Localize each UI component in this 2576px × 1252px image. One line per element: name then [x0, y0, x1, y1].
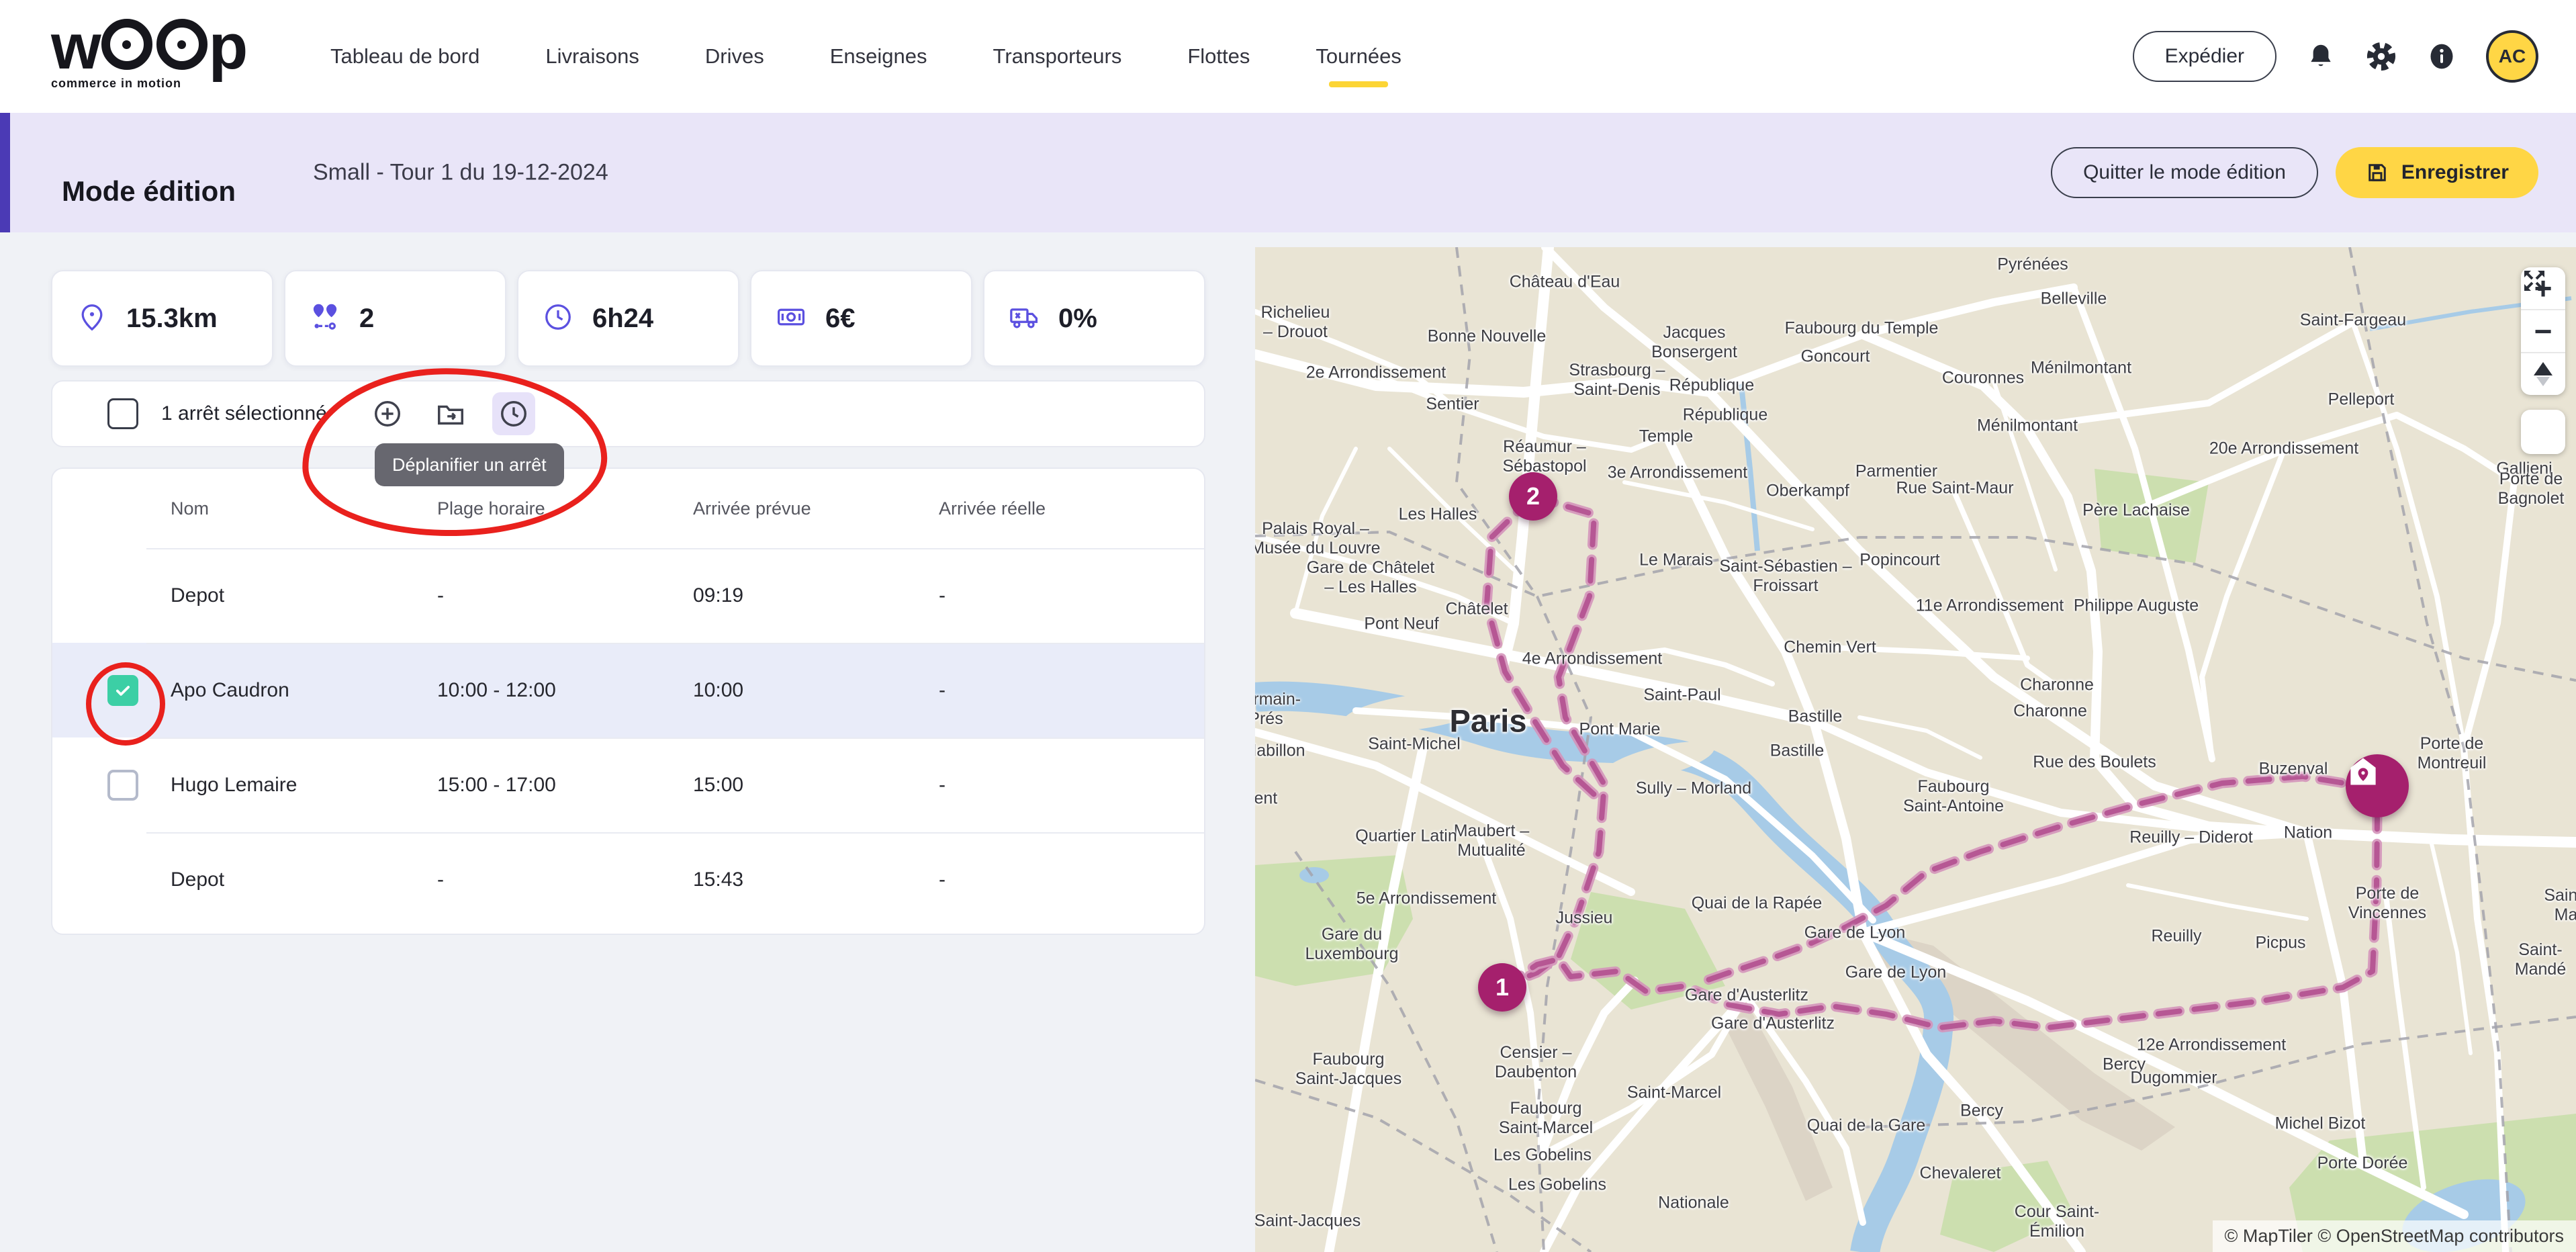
- stop-time-window: 15:00 - 17:00: [437, 774, 693, 797]
- stat-card-route: 2: [284, 270, 506, 367]
- row-checkbox-checked[interactable]: [107, 675, 138, 706]
- nav-item-flottes[interactable]: Flottes: [1186, 38, 1251, 75]
- edit-mode-banner: Mode édition Small - Tour 1 du 19-12-202…: [0, 113, 2576, 232]
- row-checkbox[interactable]: [107, 770, 138, 801]
- map-marker-stop-2[interactable]: 2: [1509, 472, 1557, 521]
- notifications-bell-icon[interactable]: [2305, 40, 2337, 73]
- select-all-checkbox[interactable]: [107, 398, 138, 429]
- stop-planned-arrival: 10:00: [693, 679, 939, 702]
- column-header: Arrivée prévue: [693, 498, 939, 519]
- stat-card-clock: 6h24: [517, 270, 739, 367]
- map-tilt-control[interactable]: [2521, 352, 2565, 395]
- ship-button[interactable]: Expédier: [2133, 31, 2276, 82]
- stops-table: NomPlage horaireArrivée prévueArrivée ré…: [51, 467, 1205, 935]
- map-marker-depot-home[interactable]: [2346, 754, 2409, 817]
- stat-card-pin: 15.3km: [51, 270, 273, 367]
- map-marker-stop-1[interactable]: 1: [1478, 963, 1526, 1012]
- stat-card-money: 6€: [750, 270, 972, 367]
- stat-card-truck: 0%: [983, 270, 1205, 367]
- unschedule-stop-clock-icon[interactable]: [492, 392, 535, 435]
- app-root: w p commerce in motion Tableau de bord Li…: [0, 0, 2576, 1252]
- clock-icon: [543, 302, 573, 336]
- brand-logo-word: w p: [51, 16, 245, 73]
- nav-item-enseignes[interactable]: Enseignes: [829, 38, 929, 75]
- fullscreen-icon: [2521, 267, 2548, 294]
- stop-action-icons: [366, 392, 535, 435]
- stop-actual-arrival: -: [939, 868, 1204, 891]
- nav-item-tableau-de-bord[interactable]: Tableau de bord: [329, 38, 481, 75]
- stat-value: 2: [359, 304, 374, 334]
- main-nav: Tableau de bord Livraisons Drives Enseignes…: [329, 0, 1403, 113]
- stat-value: 6h24: [592, 304, 653, 334]
- stop-actual-arrival: -: [939, 774, 1204, 797]
- unschedule-stop-tooltip: Déplanifier un arrêt: [375, 443, 564, 486]
- map-canvas: [1255, 247, 2576, 1252]
- map-zoom-out-button[interactable]: −: [2521, 309, 2565, 352]
- pin-icon: [77, 302, 107, 336]
- stop-time-window: -: [437, 584, 693, 607]
- tour-stats: 15.3km 2 6h24 6€ 0%: [51, 270, 1205, 367]
- nav-item-tournées[interactable]: Tournées: [1314, 38, 1403, 75]
- stop-name: Depot: [171, 868, 437, 891]
- table-header-row: NomPlage horaireArrivée prévueArrivée ré…: [52, 469, 1204, 548]
- top-header: w p commerce in motion Tableau de bord Li…: [0, 0, 2576, 113]
- stop-time-window: 10:00 - 12:00: [437, 679, 693, 702]
- stop-planned-arrival: 15:00: [693, 774, 939, 797]
- stat-value: 15.3km: [126, 304, 218, 334]
- column-header: Arrivée réelle: [939, 498, 1204, 519]
- stop-name: Hugo Lemaire: [171, 774, 437, 797]
- table-row[interactable]: Hugo Lemaire 15:00 - 17:00 15:00 -: [52, 737, 1204, 832]
- money-icon: [776, 302, 807, 336]
- nav-item-drives[interactable]: Drives: [704, 38, 766, 75]
- stop-time-window: -: [437, 868, 693, 891]
- stop-name: Apo Caudron: [171, 679, 437, 702]
- header-actions: Expédier AC: [2133, 0, 2538, 113]
- tilt-down-icon: [2536, 377, 2550, 386]
- stat-value: 0%: [1058, 304, 1097, 334]
- stop-name: Depot: [171, 584, 437, 607]
- settings-gear-icon[interactable]: [2365, 40, 2397, 73]
- truck-icon: [1009, 302, 1040, 336]
- move-to-folder-icon[interactable]: [429, 392, 472, 435]
- quit-edit-mode-button[interactable]: Quitter le mode édition: [2051, 147, 2318, 198]
- map-controls: + −: [2521, 267, 2565, 454]
- user-avatar[interactable]: AC: [2486, 30, 2538, 83]
- stop-planned-arrival: 09:19: [693, 584, 939, 607]
- add-stop-icon[interactable]: [366, 392, 409, 435]
- tour-subtitle: Small - Tour 1 du 19-12-2024: [313, 160, 608, 186]
- route-map[interactable]: PyrénéesBellevilleChâteau d'EauJacques B…: [1255, 247, 2576, 1252]
- banner-actions: Quitter le mode édition Enregistrer: [2051, 113, 2538, 232]
- active-tab-underline: [1329, 81, 1388, 87]
- banner-accent-bar: [0, 113, 10, 232]
- table-row[interactable]: Depot - 09:19 -: [52, 548, 1204, 643]
- selection-toolbar: 1 arrêt sélectionné: [51, 380, 1205, 447]
- stop-actual-arrival: -: [939, 679, 1204, 702]
- nav-item-transporteurs[interactable]: Transporteurs: [992, 38, 1123, 75]
- selection-count-label: 1 arrêt sélectionné: [161, 402, 327, 425]
- logo-o-icon: [156, 19, 208, 70]
- tilt-up-icon: [2534, 362, 2552, 375]
- page-title: Mode édition: [62, 175, 236, 208]
- map-fullscreen-button[interactable]: [2521, 410, 2565, 454]
- table-row[interactable]: Apo Caudron 10:00 - 12:00 10:00 -: [52, 643, 1204, 737]
- route-icon: [310, 302, 340, 336]
- brand-tagline: commerce in motion: [51, 77, 245, 91]
- stat-value: 6€: [825, 304, 856, 334]
- map-attribution[interactable]: © MapTiler © OpenStreetMap contributors: [2213, 1220, 2576, 1252]
- column-header: Plage horaire: [437, 498, 693, 519]
- save-button[interactable]: Enregistrer: [2336, 147, 2538, 198]
- info-icon[interactable]: [2426, 40, 2458, 73]
- nav-item-livraisons[interactable]: Livraisons: [544, 38, 641, 75]
- stop-planned-arrival: 15:43: [693, 868, 939, 891]
- brand-logo[interactable]: w p commerce in motion: [51, 16, 245, 91]
- save-floppy-icon: [2365, 161, 2389, 185]
- table-row[interactable]: Depot - 15:43 -: [52, 832, 1204, 927]
- column-header: Nom: [171, 498, 437, 519]
- logo-o-icon: [101, 19, 152, 70]
- stop-actual-arrival: -: [939, 584, 1204, 607]
